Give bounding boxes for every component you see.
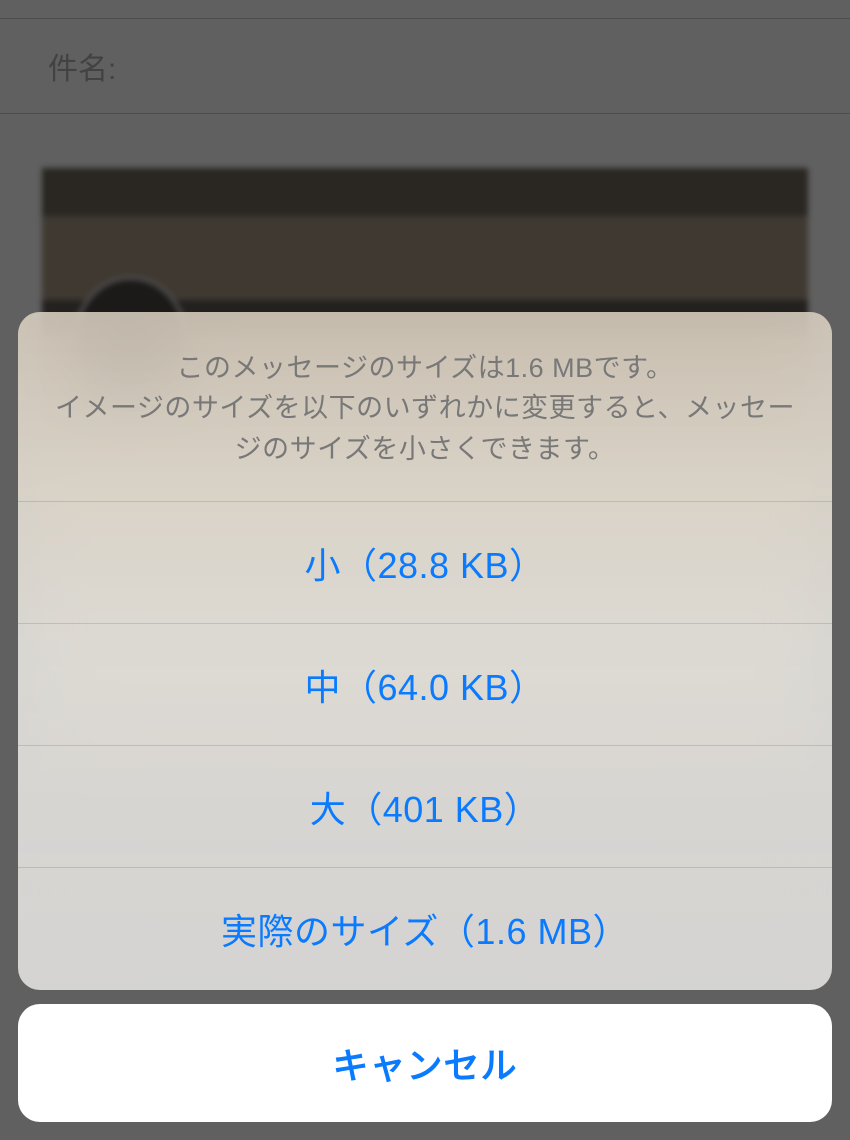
size-option-small[interactable]: 小（28.8 KB）: [18, 502, 832, 624]
size-option-actual[interactable]: 実際のサイズ（1.6 MB）: [18, 868, 832, 990]
cancel-button[interactable]: キャンセル: [18, 1004, 832, 1122]
action-sheet-header: このメッセージのサイズは1.6 MBです。 イメージのサイズを以下のいずれかに変…: [18, 312, 832, 503]
size-option-medium[interactable]: 中（64.0 KB）: [18, 624, 832, 746]
action-sheet-message: このメッセージのサイズは1.6 MBです。 イメージのサイズを以下のいずれかに変…: [42, 348, 808, 470]
action-sheet: このメッセージのサイズは1.6 MBです。 イメージのサイズを以下のいずれかに変…: [0, 312, 850, 1140]
size-option-large[interactable]: 大（401 KB）: [18, 746, 832, 868]
action-sheet-main: このメッセージのサイズは1.6 MBです。 イメージのサイズを以下のいずれかに変…: [18, 312, 832, 991]
